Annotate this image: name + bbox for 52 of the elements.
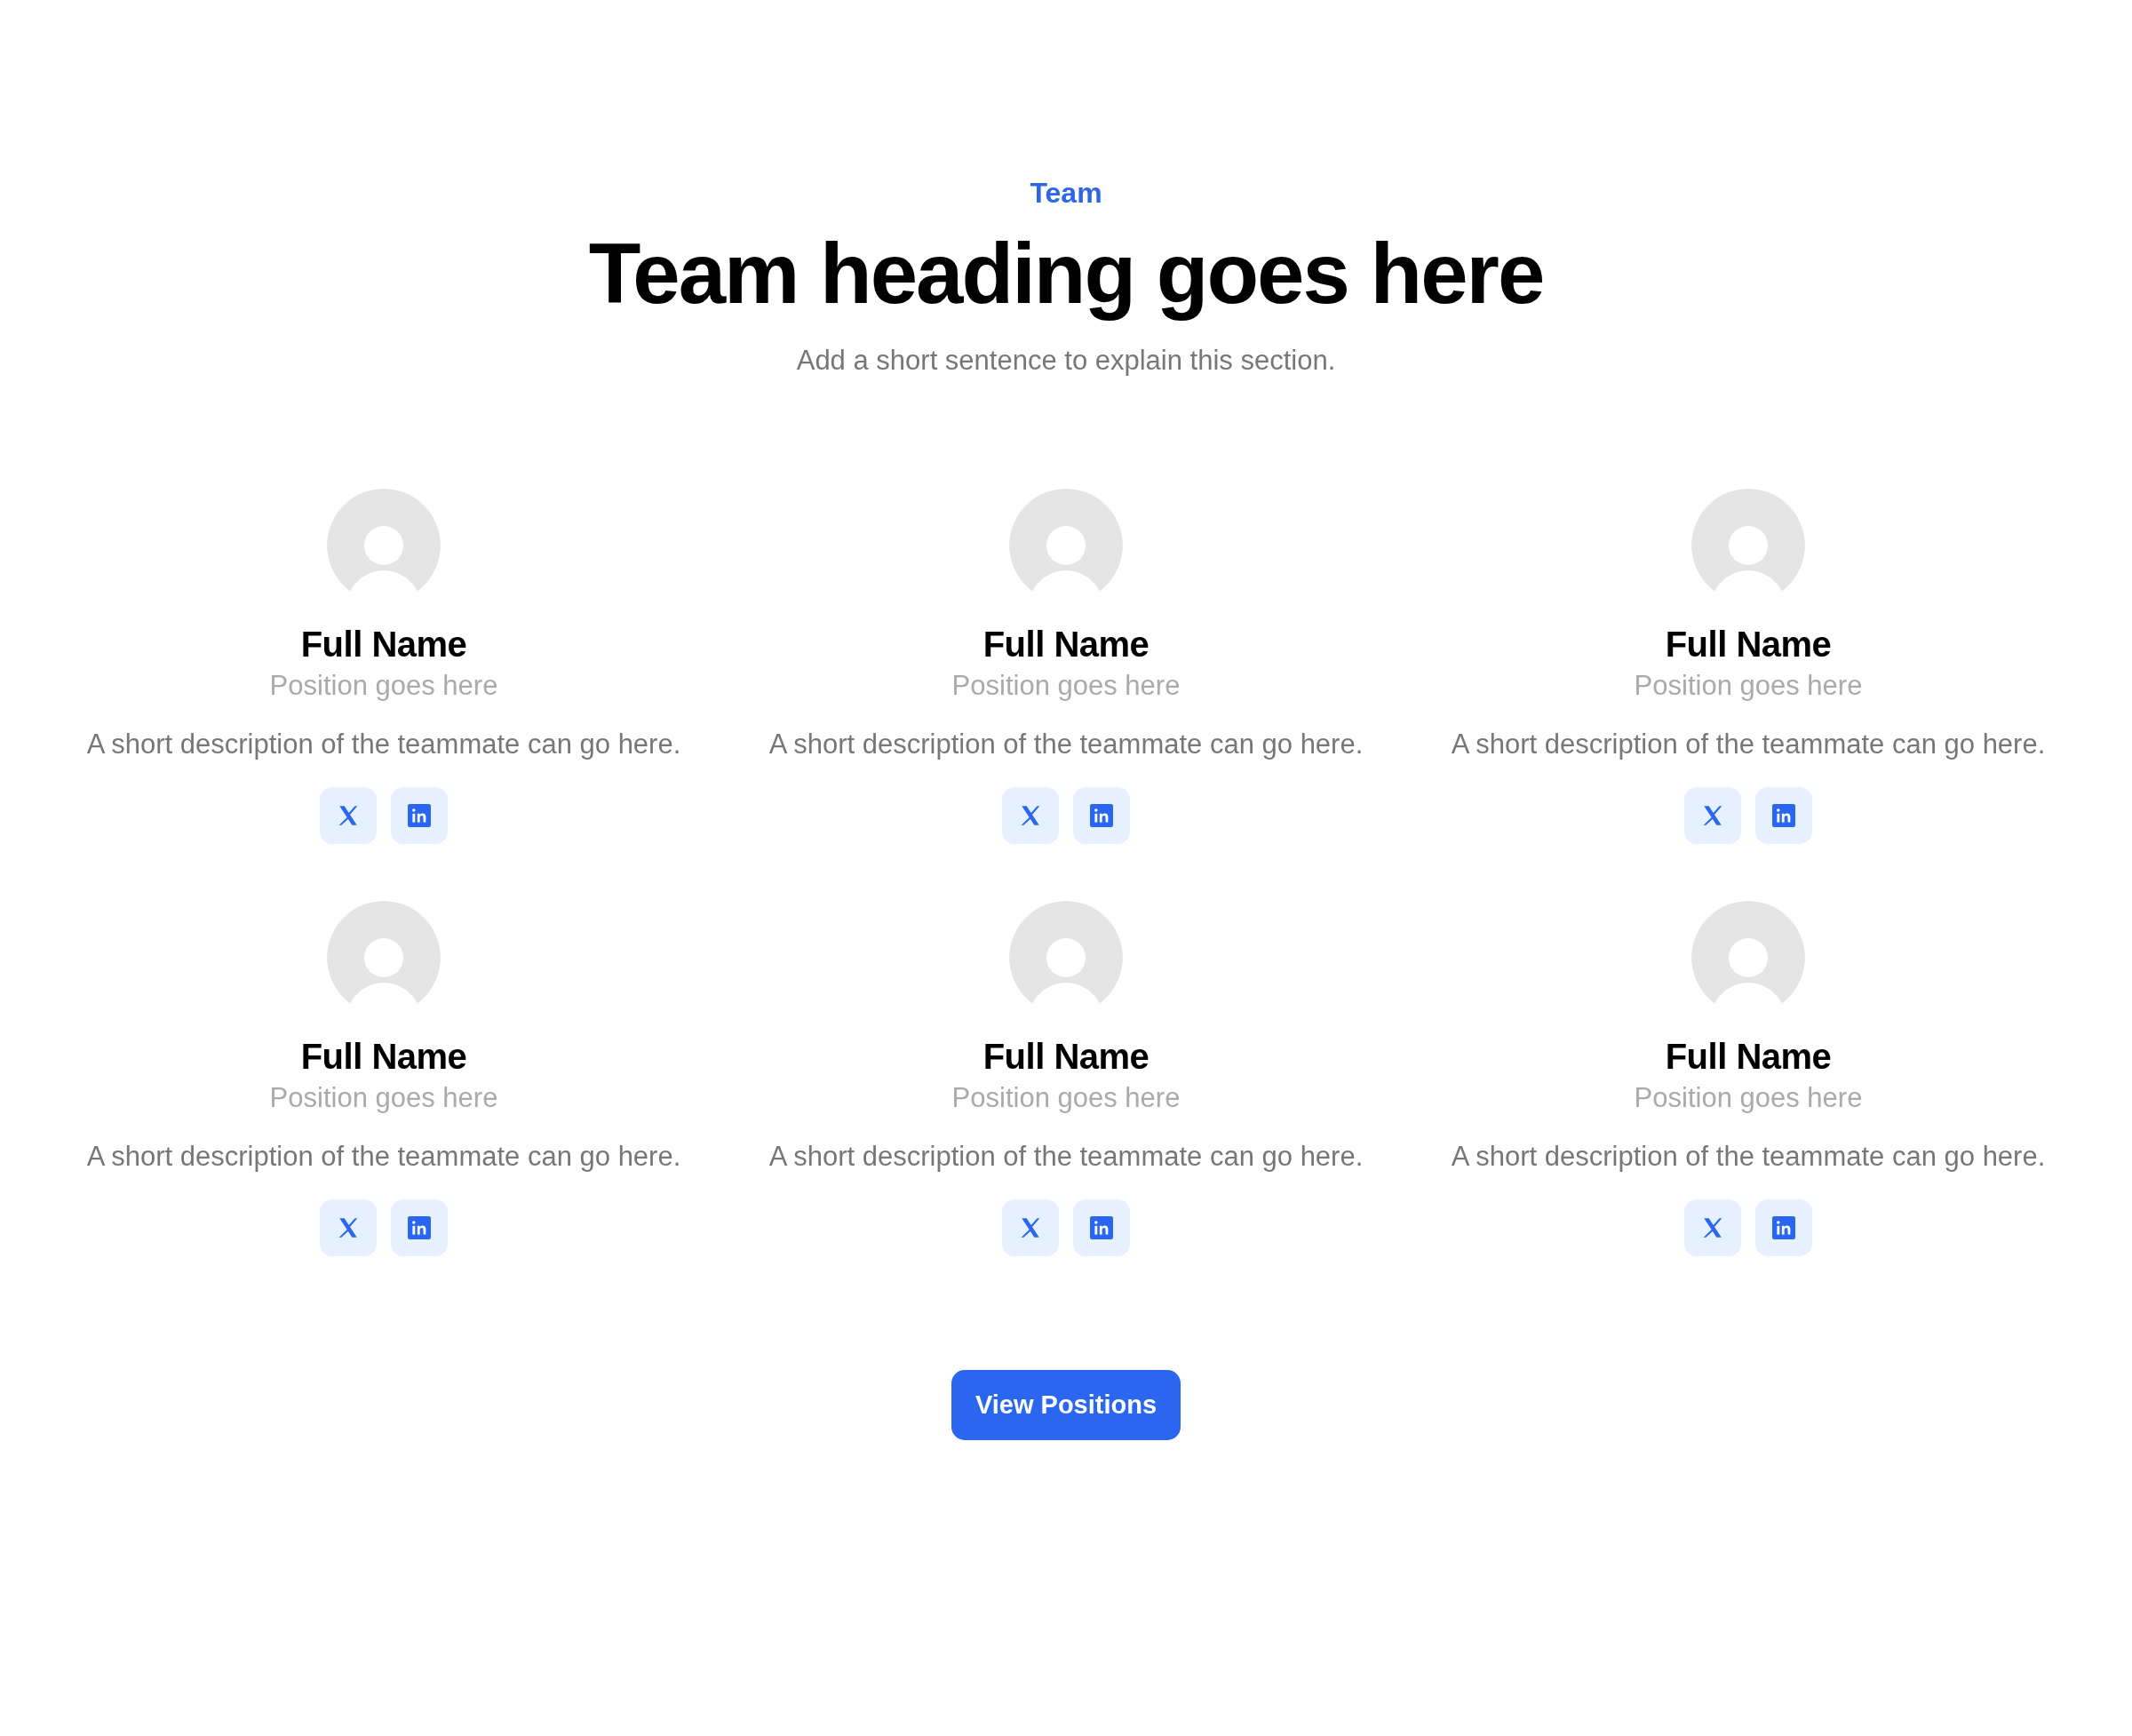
- social-link[interactable]: [1755, 787, 1812, 844]
- x-logo-icon: [337, 804, 360, 827]
- member-position: Position goes here: [269, 1081, 498, 1115]
- view-positions-button[interactable]: View Positions: [951, 1370, 1181, 1440]
- section-heading: Team heading goes here: [588, 225, 1544, 323]
- x-logo-icon: [1701, 1216, 1724, 1239]
- avatar-icon: [1009, 901, 1123, 1015]
- x-logo-icon: [1019, 1216, 1042, 1239]
- social-link[interactable]: [391, 1199, 448, 1256]
- member-description: A short description of the teammate can go here.: [86, 728, 681, 761]
- social-link[interactable]: [320, 787, 377, 844]
- linkedin-icon: [1090, 1216, 1113, 1239]
- social-link[interactable]: [391, 787, 448, 844]
- social-link[interactable]: [1684, 787, 1741, 844]
- member-position: Position goes here: [1634, 1081, 1863, 1115]
- x-logo-icon: [337, 1216, 360, 1239]
- member-description: A short description of the teammate can go here.: [1451, 1140, 2046, 1174]
- member-description: A short description of the teammate can go here.: [768, 1140, 1364, 1174]
- linkedin-icon: [1772, 1216, 1795, 1239]
- avatar-icon: [327, 489, 441, 602]
- member-name: Full Name: [982, 624, 1150, 665]
- member-name: Full Name: [300, 1036, 467, 1078]
- member-position: Position goes here: [951, 1081, 1181, 1115]
- member-position: Position goes here: [1634, 669, 1863, 703]
- member-name: Full Name: [1665, 624, 1832, 665]
- member-name: Full Name: [982, 1036, 1150, 1078]
- member-description: A short description of the teammate can go here.: [86, 1140, 681, 1174]
- section-eyebrow: Team: [1030, 176, 1102, 211]
- social-link[interactable]: [320, 1199, 377, 1256]
- member-description: A short description of the teammate can go here.: [768, 728, 1364, 761]
- member-position: Position goes here: [269, 669, 498, 703]
- linkedin-icon: [408, 804, 431, 827]
- social-link[interactable]: [1684, 1199, 1741, 1256]
- section-subtitle: Add a short sentence to explain this section.: [796, 344, 1336, 378]
- x-logo-icon: [1019, 804, 1042, 827]
- member-position: Position goes here: [951, 669, 1181, 703]
- linkedin-icon: [1090, 804, 1113, 827]
- avatar-icon: [1691, 489, 1805, 602]
- social-link[interactable]: [1002, 787, 1059, 844]
- social-link[interactable]: [1073, 787, 1130, 844]
- avatar-icon: [327, 901, 441, 1015]
- avatar-icon: [1691, 901, 1805, 1015]
- social-link[interactable]: [1073, 1199, 1130, 1256]
- social-link[interactable]: [1002, 1199, 1059, 1256]
- social-link[interactable]: [1755, 1199, 1812, 1256]
- member-name: Full Name: [1665, 1036, 1832, 1078]
- linkedin-icon: [1772, 804, 1795, 827]
- linkedin-icon: [408, 1216, 431, 1239]
- member-name: Full Name: [300, 624, 467, 665]
- x-logo-icon: [1701, 804, 1724, 827]
- avatar-icon: [1009, 489, 1123, 602]
- member-description: A short description of the teammate can go here.: [1451, 728, 2046, 761]
